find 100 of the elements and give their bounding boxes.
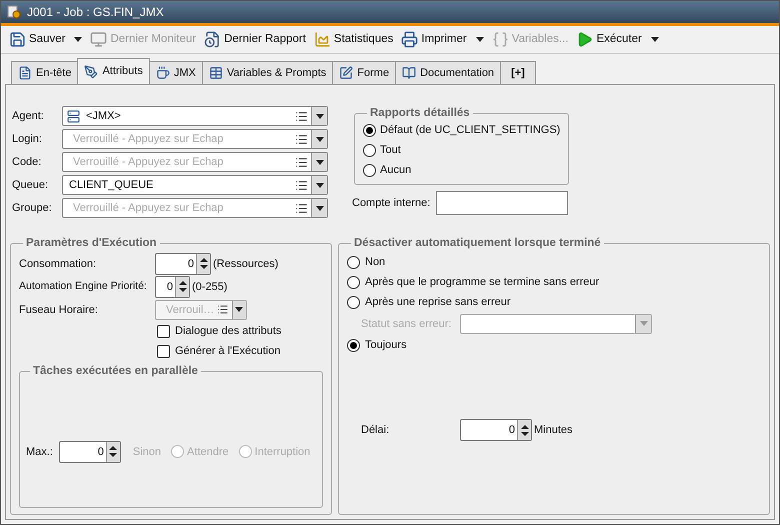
field-label: Sinon [132,444,162,460]
checkbox-label: Dialogue des attributs [175,324,282,339]
list-icon [295,132,308,146]
field-label: Code: [12,154,42,170]
radio-label: Non [365,255,386,270]
tab[interactable]: Documentation [395,61,502,84]
report-icon [204,31,222,48]
field-label: Consommation: [19,256,98,272]
unit-label: (0-255) [192,280,228,294]
braces-icon [492,31,509,48]
tab[interactable]: [+] [500,61,536,84]
radio-label: Aucun [380,163,412,178]
field-value: CLIENT_QUEUE [68,178,154,193]
combo-field[interactable]: CLIENT_QUEUE [62,175,328,195]
number-field[interactable]: 0 [155,252,211,275]
field-value: 0 [96,444,105,460]
printer-icon [401,31,418,48]
cup-icon [156,66,170,80]
toolbar-button[interactable]: Dernier Rapport [204,30,306,48]
combo-field[interactable]: <JMX> [62,106,328,126]
dropdown-button[interactable] [311,130,327,148]
placeholder: Verrouillé - Appuyez sur Echap [72,200,224,216]
placeholder: Verrouillé - Appuyez sur Echap [72,132,224,147]
toolbar-button[interactable]: Sauver [9,30,82,48]
field-label: Statut sans erreur: [361,316,452,332]
checkbox-label: Générer à l'Exécution [175,344,280,359]
group-title: Paramètres d'Exécution [25,236,158,251]
unit-label: (Ressources) [213,256,278,272]
book-icon [402,66,416,80]
save-icon [9,31,26,48]
tab[interactable]: Variables & Prompts [202,61,334,84]
radio-button[interactable] [347,276,360,289]
radio-label: Après une reprise sans erreur [365,295,511,310]
field-label: Groupe: [12,200,53,216]
spin-button[interactable] [517,420,531,440]
radio-button[interactable] [347,296,360,309]
caret-icon [316,160,324,164]
up-down-icon [520,424,528,436]
placeholder: Verrouillé - Appuyez sur Echap [72,154,224,170]
field-value: 0 [508,423,516,438]
up-down-icon [200,258,208,270]
radio-button[interactable] [347,338,360,352]
dropdown-button[interactable] [311,107,327,125]
server-icon [67,110,80,122]
radio-label: Interruption [254,444,310,460]
radio-button[interactable] [363,124,376,137]
group-title: Désactiver automatiquement lorsque terminé [353,236,602,251]
spin-button[interactable] [106,442,120,462]
field-label: Fuseau Horaire: [19,302,99,318]
tab[interactable]: En-tête [11,61,78,84]
dropdown-button[interactable] [311,176,327,194]
group-title: Tâches exécutées en parallèle [32,364,199,380]
caret-icon [316,206,324,210]
radio-button[interactable] [363,144,376,157]
caret-icon [316,136,324,142]
radio-label: Toujours [365,338,407,353]
list-icon [295,110,308,122]
monitor-icon [90,31,108,48]
radio-label: Après que le programme se termine sans erreur [365,275,600,290]
list-icon [295,178,308,192]
up-down-icon [178,281,186,292]
input-field[interactable] [436,191,568,216]
chart-icon [314,31,331,48]
dropdown-button[interactable] [311,153,327,171]
radio-button[interactable] [347,256,360,269]
document-icon [18,66,32,80]
caret-icon[interactable] [650,37,659,42]
toolbar-button[interactable]: Statistiques [314,30,394,48]
number-field[interactable]: 0 [460,419,532,442]
field-label: Compte interne: [352,196,430,211]
toolbar-button[interactable]: Exécuter [576,30,659,48]
toolbar-button[interactable]: Imprimer [401,30,484,48]
spin-button[interactable] [175,276,189,297]
number-field[interactable]: 0 [155,276,190,298]
table-icon [208,66,223,80]
caret-icon [316,182,324,188]
window-title: J001 - Job : GS.FIN_JMX [27,4,164,21]
caret-icon[interactable] [476,37,484,42]
radio-label: Attendre [187,444,229,460]
group-title: Rapports détaillés [369,106,471,121]
radio-button[interactable] [363,164,376,177]
dropdown-button[interactable] [311,199,327,217]
caret-icon [640,321,648,326]
caret-icon [235,307,244,312]
spin-button[interactable] [196,254,210,274]
field-value: 0 [166,280,174,294]
tab[interactable]: Forme [332,61,396,84]
caret-icon [316,114,324,118]
radio-label: Tout [380,143,401,158]
checkbox[interactable] [157,344,170,358]
pen-icon [84,64,98,78]
field-value: <JMX> [85,108,122,124]
caret-icon[interactable] [74,37,82,42]
field-label: Login: [12,132,43,147]
unit-label: Minutes [534,423,573,438]
combo-field[interactable] [460,314,652,334]
tab[interactable]: JMX [148,61,203,84]
edit-icon [339,66,354,80]
checkbox[interactable] [157,324,170,338]
field-label: Queue: [12,178,50,193]
